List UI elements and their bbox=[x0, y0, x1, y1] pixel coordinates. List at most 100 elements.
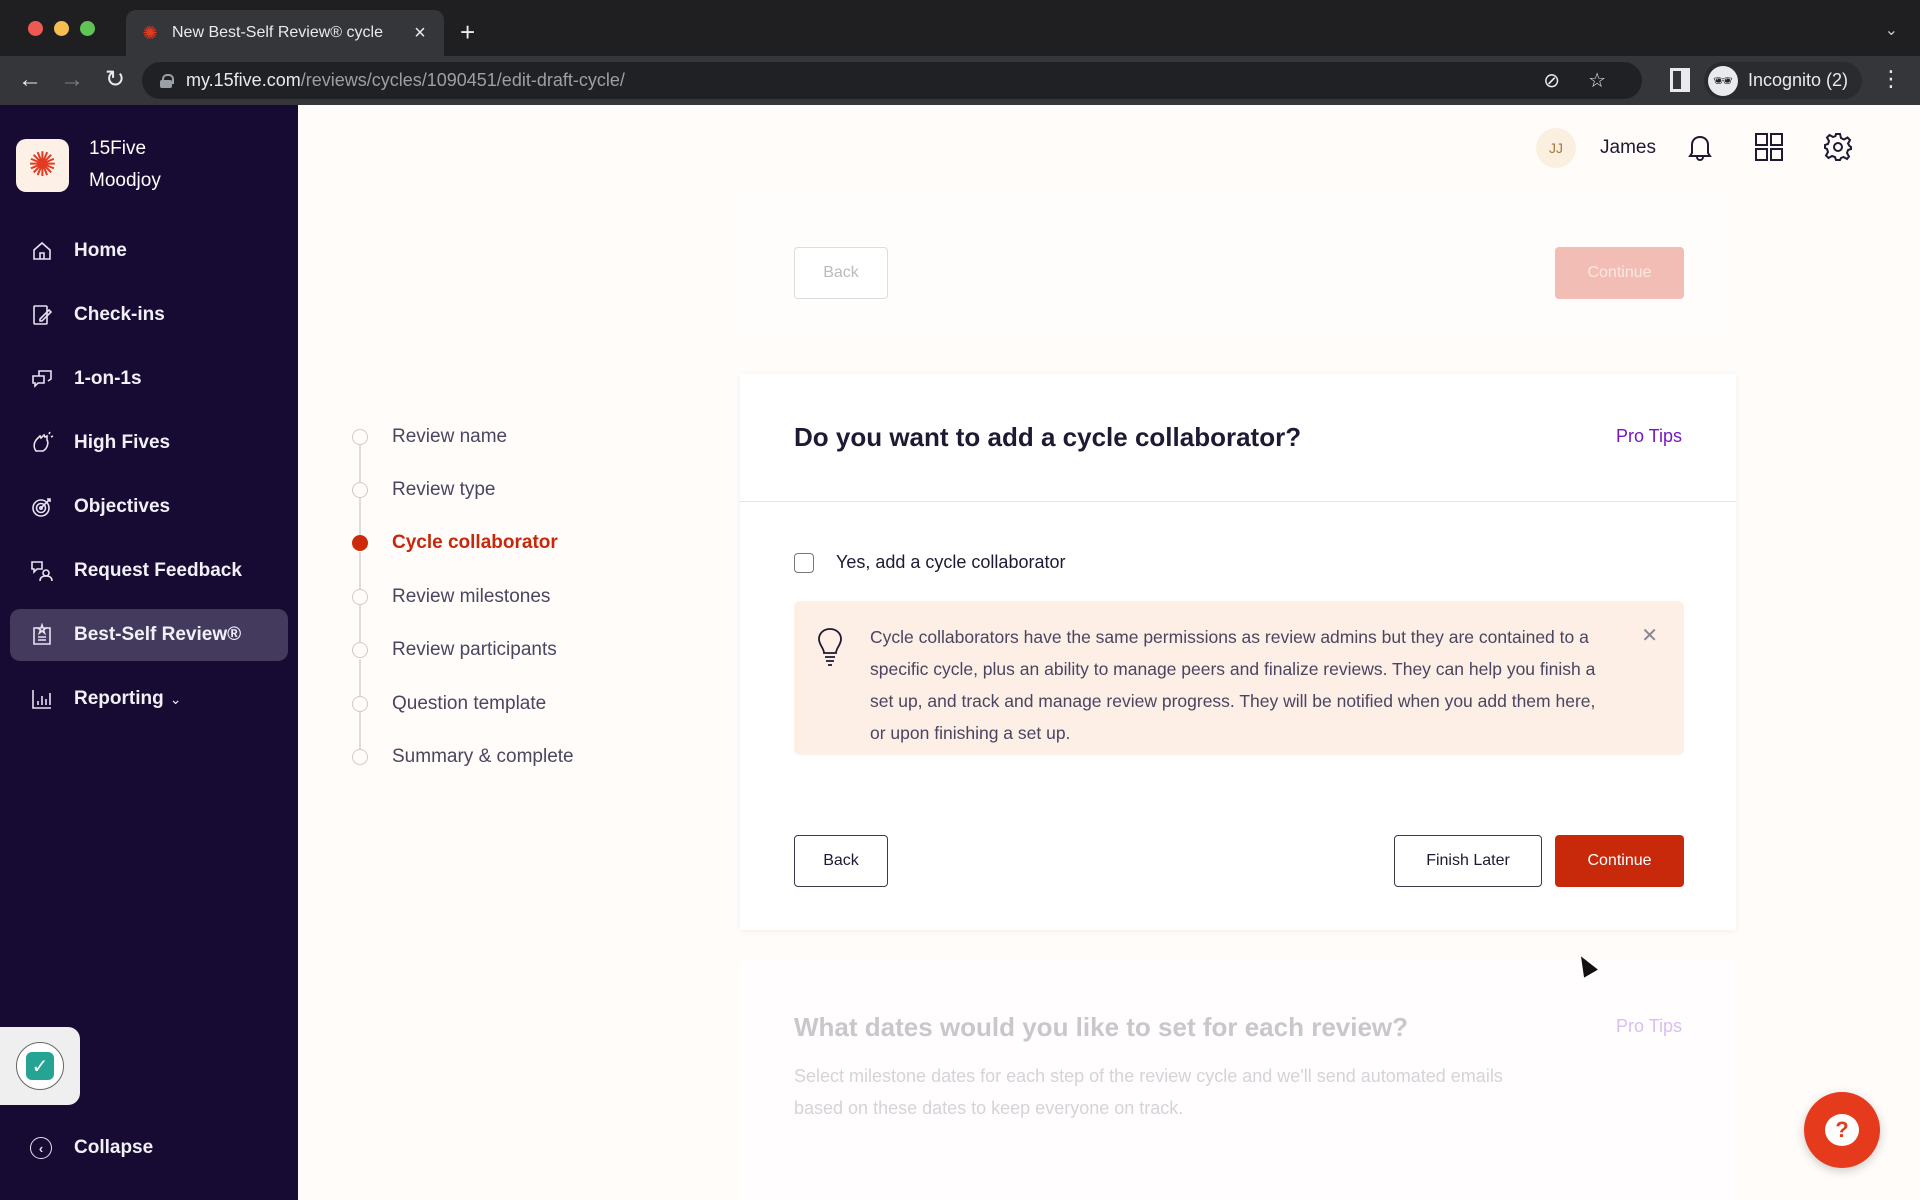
help-question-icon: ? bbox=[1825, 1114, 1859, 1146]
add-collaborator-checkbox[interactable] bbox=[794, 552, 814, 573]
card-header: Do you want to add a cycle collaborator?… bbox=[740, 374, 1736, 502]
previous-back-button[interactable]: Back bbox=[794, 247, 888, 299]
company-name: 15Five Moodjoy bbox=[89, 133, 161, 197]
back-button[interactable]: Back bbox=[794, 835, 888, 887]
reload-icon[interactable]: ↻ bbox=[99, 64, 131, 96]
step-connector bbox=[359, 711, 361, 749]
sidebar: ✺ 15Five Moodjoy Home Check-ins 1-on-1s … bbox=[0, 105, 298, 1200]
step-indicator bbox=[352, 749, 368, 766]
sidebar-item-check-ins[interactable]: Check-ins bbox=[10, 289, 288, 341]
new-tab-button[interactable]: + bbox=[460, 18, 475, 46]
step-review-participants[interactable]: Review participants bbox=[352, 624, 574, 696]
sidebar-nav: Home Check-ins 1-on-1s High Fives Object… bbox=[10, 225, 288, 737]
step-connector bbox=[359, 551, 361, 589]
15five-favicon-icon: ✺ bbox=[142, 23, 158, 43]
brand[interactable]: ✺ 15Five Moodjoy bbox=[16, 133, 161, 197]
previous-step-card: Back Continue bbox=[740, 190, 1736, 340]
request-feedback-icon bbox=[30, 559, 54, 583]
avatar[interactable]: JJ bbox=[1536, 128, 1576, 168]
step-cycle-collaborator[interactable]: Cycle collaborator bbox=[352, 517, 574, 589]
tracking-blocked-eye-icon[interactable]: ⊘ bbox=[1543, 68, 1560, 93]
chevron-left-circle-icon: ‹ bbox=[30, 1137, 52, 1159]
browser-tab[interactable]: ✺ New Best-Self Review® cycle × bbox=[126, 10, 444, 56]
step-review-name[interactable]: Review name bbox=[352, 410, 574, 482]
step-question-template[interactable]: Question template bbox=[352, 677, 574, 749]
add-collaborator-option[interactable]: Yes, add a cycle collaborator bbox=[794, 552, 1065, 573]
forward-arrow-icon[interactable]: → bbox=[56, 64, 88, 96]
user-name[interactable]: James bbox=[1600, 137, 1656, 159]
brand-line-1: 15Five bbox=[89, 138, 147, 159]
milestones-title: What dates would you like to set for eac… bbox=[794, 1012, 1409, 1042]
close-window-button[interactable] bbox=[28, 21, 43, 36]
review-milestones-card: What dates would you like to set for eac… bbox=[740, 962, 1736, 1200]
sidebar-item-objectives[interactable]: Objectives bbox=[10, 481, 288, 533]
back-arrow-icon[interactable]: ← bbox=[14, 64, 46, 96]
incognito-label: Incognito (2) bbox=[1748, 70, 1849, 90]
step-connector bbox=[359, 605, 361, 643]
tip-text: Cycle collaborators have the same permis… bbox=[870, 627, 1596, 743]
card-title: Do you want to add a cycle collaborator? bbox=[794, 422, 1302, 452]
sidebar-item-high-fives[interactable]: High Fives bbox=[10, 417, 288, 469]
tab-close-icon[interactable]: × bbox=[410, 22, 430, 45]
step-indicator-active bbox=[352, 535, 368, 552]
milestones-pro-tips-link[interactable]: Pro Tips bbox=[1616, 1016, 1682, 1037]
continue-button[interactable]: Continue bbox=[1555, 835, 1684, 887]
home-icon bbox=[30, 239, 54, 263]
browser-chrome: ✺ New Best-Self Review® cycle × + ⌄ ← → … bbox=[0, 0, 1920, 105]
lock-icon[interactable] bbox=[160, 73, 174, 88]
cycle-collaborator-card: Do you want to add a cycle collaborator?… bbox=[740, 374, 1736, 930]
finish-later-button[interactable]: Finish Later bbox=[1394, 835, 1542, 887]
chart-icon bbox=[30, 687, 54, 711]
sidebar-item-label: Request Feedback bbox=[74, 560, 242, 581]
step-indicator bbox=[352, 588, 368, 605]
brand-line-2: Moodjoy bbox=[89, 170, 161, 191]
sidebar-item-label: Objectives bbox=[74, 496, 171, 517]
step-label: Summary & complete bbox=[392, 746, 574, 768]
sidebar-item-label: Home bbox=[74, 240, 127, 261]
maximize-window-button[interactable] bbox=[80, 21, 95, 36]
collapse-label: Collapse bbox=[74, 1137, 154, 1158]
browser-toolbar: ← → ↻ my.15five.com/reviews/cycles/10904… bbox=[0, 56, 1920, 105]
gear-icon[interactable] bbox=[1822, 131, 1854, 163]
15five-logo-icon: ✺ bbox=[16, 138, 69, 192]
setup-stepper: Review name Review type Cycle collaborat… bbox=[352, 410, 574, 784]
lightbulb-icon bbox=[816, 627, 844, 667]
sidebar-item-home[interactable]: Home bbox=[10, 225, 288, 277]
url-path: /reviews/cycles/1090451/edit-draft-cycle… bbox=[300, 70, 625, 90]
top-header: JJ James bbox=[298, 105, 1920, 190]
task-widget-button[interactable]: ✓ bbox=[0, 1027, 80, 1105]
tab-title: New Best-Self Review® cycle bbox=[172, 24, 383, 41]
bookmark-star-icon[interactable]: ☆ bbox=[1588, 68, 1606, 93]
previous-continue-button[interactable]: Continue bbox=[1555, 247, 1684, 299]
sidebar-item-1-on-1s[interactable]: 1-on-1s bbox=[10, 353, 288, 405]
collapse-sidebar-button[interactable]: ‹ Collapse bbox=[30, 1137, 153, 1159]
close-icon[interactable]: ✕ bbox=[1641, 623, 1658, 648]
chevron-down-icon: ⌄ bbox=[169, 690, 182, 707]
pro-tips-link[interactable]: Pro Tips bbox=[1616, 426, 1682, 447]
sidebar-item-request-feedback[interactable]: Request Feedback bbox=[10, 545, 288, 597]
review-icon bbox=[30, 623, 54, 647]
step-review-milestones[interactable]: Review milestones bbox=[352, 570, 574, 643]
minimize-window-button[interactable] bbox=[54, 21, 69, 36]
tab-search-chevron-icon[interactable]: ⌄ bbox=[1885, 20, 1898, 40]
sidebar-item-label: High Fives bbox=[74, 432, 171, 453]
sidebar-item-reporting[interactable]: Reporting ⌄ bbox=[10, 673, 288, 725]
address-bar[interactable]: my.15five.com/reviews/cycles/1090451/edi… bbox=[142, 62, 1642, 99]
sidebar-item-best-self-review[interactable]: Best-Self Review® bbox=[10, 609, 288, 661]
incognito-profile-button[interactable]: 🕶 Incognito (2) bbox=[1704, 62, 1863, 99]
browser-menu-icon[interactable]: ⋮ bbox=[1880, 66, 1902, 92]
milestones-description: Select milestone dates for each step of … bbox=[794, 1066, 1503, 1118]
checkbox-label: Yes, add a cycle collaborator bbox=[836, 552, 1066, 572]
info-tip-box: Cycle collaborators have the same permis… bbox=[794, 601, 1684, 755]
chat-icon bbox=[30, 367, 54, 391]
side-panel-icon[interactable] bbox=[1670, 68, 1690, 92]
sidebar-item-label: Best-Self Review® bbox=[74, 624, 242, 645]
apps-grid-icon[interactable] bbox=[1753, 131, 1785, 163]
checkbox-check-icon: ✓ bbox=[26, 1052, 54, 1080]
help-chat-button[interactable]: ? bbox=[1804, 1092, 1880, 1168]
step-summary-complete[interactable]: Summary & complete bbox=[352, 730, 574, 783]
check-ins-icon bbox=[30, 303, 54, 327]
step-review-type[interactable]: Review type bbox=[352, 463, 574, 536]
bell-icon[interactable] bbox=[1684, 131, 1716, 163]
step-connector bbox=[359, 658, 361, 696]
